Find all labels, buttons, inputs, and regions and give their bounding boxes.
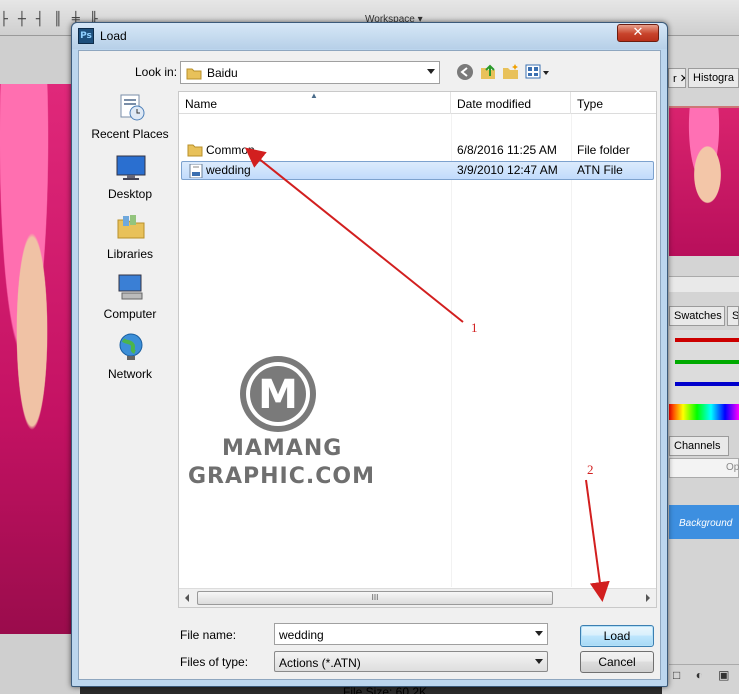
look-in-dropdown[interactable]: Baidu <box>180 61 440 84</box>
file-row-common[interactable]: Common 6/8/2016 11:25 AM File folder <box>181 141 654 160</box>
sort-ascending-icon: ▲ <box>310 91 318 100</box>
places-bar: Recent Places Desktop Libraries Computer… <box>85 91 175 651</box>
file-date: 3/9/2010 12:47 AM <box>457 163 558 177</box>
file-type-label: Files of type: <box>180 655 249 669</box>
file-name-value: wedding <box>279 628 324 642</box>
document-photo-left <box>0 84 80 634</box>
look-in-label: Look in: <box>135 65 178 79</box>
horizontal-scrollbar[interactable]: III <box>179 588 656 607</box>
folder-icon <box>187 144 203 157</box>
column-divider <box>451 114 452 587</box>
layer-opacity-row[interactable]: Op <box>669 458 739 478</box>
chevron-down-icon[interactable] <box>535 659 543 664</box>
scroll-left-icon[interactable] <box>185 594 189 602</box>
up-folder-icon[interactable] <box>479 63 497 81</box>
layers-bottom-icons[interactable]: □ ◐ ▣ <box>669 664 739 686</box>
watermark-logo-icon: M <box>240 356 316 432</box>
new-folder-icon[interactable] <box>502 63 520 81</box>
panel-tab-swatches[interactable]: Swatches <box>669 306 725 326</box>
annotation-number-1: 1 <box>471 320 478 335</box>
load-dialog: Ps Load ✕ Look in: Baidu Recent Places D… <box>71 22 668 694</box>
color-spectrum[interactable] <box>669 404 739 420</box>
libraries-icon <box>117 215 145 239</box>
view-menu-icon[interactable] <box>525 63 551 81</box>
file-list[interactable]: Name ▲ Date modified Type Common 6/8/201… <box>178 91 657 608</box>
chevron-down-icon[interactable] <box>535 631 543 636</box>
scroll-right-icon[interactable] <box>646 594 650 602</box>
file-name: Common <box>206 143 255 157</box>
watermark-logo-letter: M <box>258 372 298 418</box>
back-icon[interactable] <box>456 63 474 81</box>
opacity-label: Op <box>726 462 739 473</box>
file-type-value: Actions (*.ATN) <box>279 656 361 670</box>
file-date: 6/8/2016 11:25 AM <box>457 143 557 157</box>
file-row-wedding[interactable]: wedding 3/9/2010 12:47 AM ATN File <box>181 161 654 180</box>
column-header-date[interactable]: Date modified <box>451 92 571 114</box>
file-type: File folder <box>577 143 630 157</box>
dialog-titlebar[interactable]: Ps Load ✕ <box>72 23 667 49</box>
file-type-dropdown[interactable]: Actions (*.ATN) <box>274 651 548 672</box>
file-list-header: Name ▲ Date modified Type <box>179 91 656 114</box>
photoshop-logo-icon: Ps <box>78 28 94 44</box>
panel-tab-histogram[interactable]: Histogra <box>688 68 739 88</box>
place-computer[interactable]: Computer <box>85 271 175 325</box>
file-name-label: File name: <box>180 628 237 642</box>
place-label: Computer <box>103 307 157 321</box>
file-type: ATN File <box>577 163 623 177</box>
file-name: wedding <box>206 163 251 177</box>
recent-places-icon <box>120 94 145 121</box>
watermark-line1: MAMANG <box>222 436 343 461</box>
computer-icon <box>118 274 143 300</box>
place-recent[interactable]: Recent Places <box>85 91 175 145</box>
ps-document-tabs <box>0 36 80 84</box>
close-button[interactable]: ✕ <box>617 24 659 42</box>
folder-icon <box>186 68 202 80</box>
dialog-title: Load <box>100 29 127 43</box>
column-divider <box>571 114 572 587</box>
panel-tab-navigator[interactable]: r ✕ <box>668 68 686 88</box>
place-label: Recent Places <box>91 127 169 141</box>
cancel-button[interactable]: Cancel <box>580 651 654 673</box>
dialog-client: Look in: Baidu Recent Places Desktop Lib… <box>78 50 661 694</box>
place-label: Libraries <box>106 247 154 261</box>
navigator-thumbnail <box>669 106 739 256</box>
watermark: M MAMANG GRAPHIC.COM <box>186 354 374 494</box>
place-label: Network <box>107 367 152 381</box>
panel-tab-channels[interactable]: Channels <box>669 436 729 456</box>
look-in-value: Baidu <box>207 66 238 80</box>
network-icon <box>119 333 143 360</box>
file-size-label: File Size: 60.2K <box>343 685 428 694</box>
watermark-line2: GRAPHIC.COM <box>188 464 375 489</box>
chevron-down-icon[interactable] <box>427 69 435 74</box>
column-header-type[interactable]: Type <box>571 92 656 114</box>
ps-status-area <box>0 634 80 694</box>
load-button[interactable]: Load <box>580 625 654 647</box>
file-name-field[interactable]: wedding <box>274 623 548 645</box>
desktop-icon <box>116 155 146 180</box>
place-desktop[interactable]: Desktop <box>85 151 175 205</box>
navigator-zoom-slider[interactable] <box>669 276 739 292</box>
scroll-thumb[interactable]: III <box>197 591 553 605</box>
place-libraries[interactable]: Libraries <box>85 211 175 265</box>
place-network[interactable]: Network <box>85 331 175 385</box>
place-label: Desktop <box>107 187 153 201</box>
layer-background[interactable]: Background <box>669 505 739 539</box>
annotation-number-2: 2 <box>587 462 594 477</box>
atn-file-icon <box>189 164 203 178</box>
panel-tab-styles[interactable]: S <box>727 306 739 326</box>
